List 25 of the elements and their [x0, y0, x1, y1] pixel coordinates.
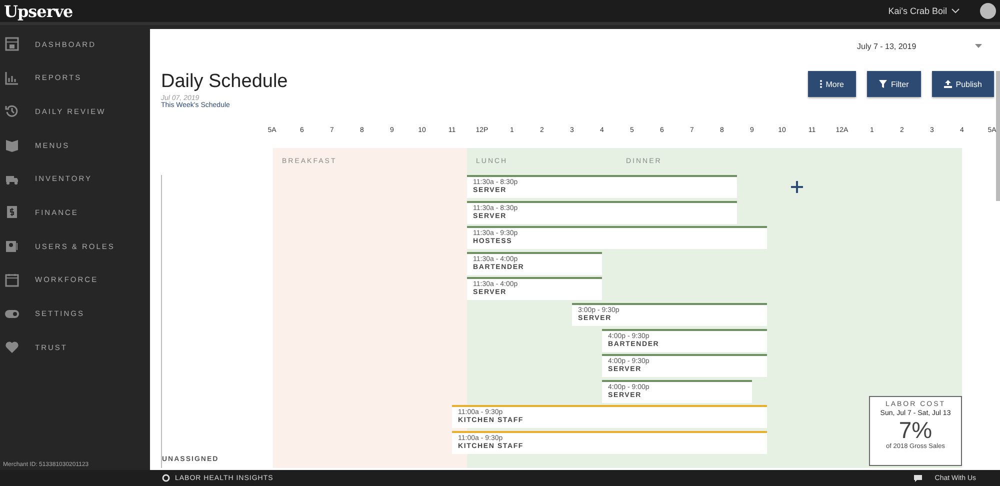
- labor-cost-value: 7%: [898, 417, 934, 443]
- chart-icon: [5, 70, 19, 85]
- history-icon: [5, 104, 19, 118]
- upload-icon: [944, 80, 952, 88]
- chevron-down-icon: [951, 8, 960, 14]
- date-range-dropdown[interactable]: July 7 - 13, 2019: [849, 35, 990, 57]
- chat-bubble-icon: [912, 474, 923, 482]
- circle-icon: [162, 474, 170, 482]
- heart-icon: [5, 340, 19, 354]
- page-title: Daily Schedule: [161, 71, 288, 93]
- toolbar-button[interactable]: Filter: [866, 71, 921, 97]
- calendar-icon: [5, 37, 19, 51]
- dollar-icon: [5, 205, 19, 220]
- add-icon[interactable]: [791, 181, 803, 193]
- toolbar-button[interactable]: Publish: [932, 71, 994, 97]
- user-icon: [5, 239, 19, 254]
- filter-icon: [878, 80, 887, 88]
- restaurant-selector[interactable]: Kai's Crab Boil: [888, 6, 960, 16]
- toolbar-button[interactable]: More: [808, 71, 856, 97]
- book-icon: [5, 138, 19, 152]
- avatar[interactable]: [980, 3, 996, 19]
- caret-icon: [975, 44, 982, 48]
- more-icon: [820, 80, 822, 88]
- schedule-icon: [5, 272, 19, 287]
- logo[interactable]: Upserve: [4, 2, 73, 20]
